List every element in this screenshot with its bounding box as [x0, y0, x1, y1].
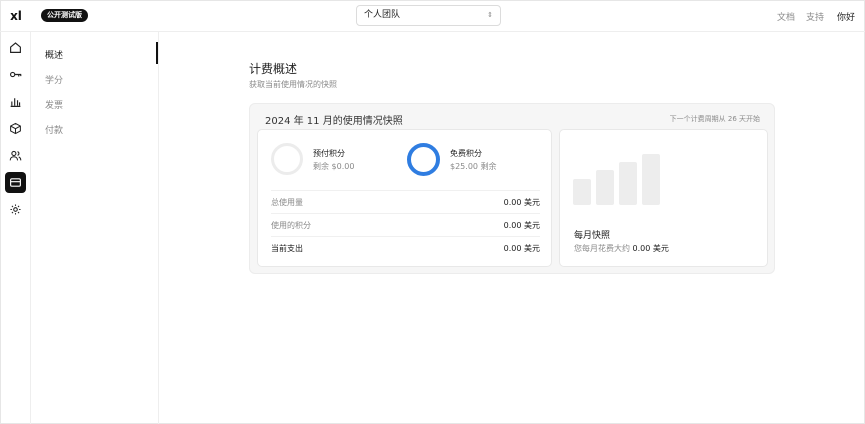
active-indicator	[156, 42, 158, 64]
usage-row-label: 当前支出	[271, 244, 303, 253]
prepaid-credits-label: 预付积分	[313, 149, 345, 158]
monthly-snapshot-title: 每月快照	[574, 231, 611, 241]
usage-row-current-spend: 当前支出 0.00 美元	[271, 236, 540, 259]
billing-cycle-note: 下一个计费周期从 26 天开始	[669, 115, 760, 123]
support-link[interactable]: 支持	[806, 10, 824, 23]
top-bar: xl 公开测试版 个人团队 ⇕ 文档 支持 你好	[0, 0, 865, 32]
cube-icon[interactable]	[5, 118, 26, 139]
settings-gear-icon[interactable]	[5, 199, 26, 220]
usage-row-label: 使用的积分	[271, 221, 311, 230]
usage-snapshot-panel: 2024 年 11 月的使用情况快照 下一个计费周期从 26 天开始 预付积分 …	[249, 103, 775, 274]
billing-card-icon[interactable]	[5, 172, 26, 193]
prepaid-credits-ring	[271, 143, 303, 175]
home-icon[interactable]	[5, 37, 26, 58]
usage-row-value: 0.00 美元	[503, 198, 540, 207]
subnav-item-invoices[interactable]: 发票	[45, 98, 63, 111]
greeting-menu[interactable]: 你好	[837, 10, 855, 23]
team-selector-label: 个人团队	[364, 10, 401, 20]
monthly-snapshot-subtitle: 您每月花费大约 0.00 美元	[574, 243, 669, 254]
billing-subnav: 概述 学分 发票 付款	[31, 32, 159, 424]
monthly-estimate-value: 0.00 美元	[632, 244, 669, 253]
docs-link[interactable]: 文档	[777, 10, 795, 23]
usage-row-total: 总使用量 0.00 美元	[271, 190, 540, 213]
users-icon[interactable]	[5, 145, 26, 166]
usage-row-label: 总使用量	[271, 198, 303, 207]
bar-chart-illustration	[573, 153, 663, 205]
usage-row-value: 0.00 美元	[503, 221, 540, 230]
prepaid-credits-detail: 剩余 $0.00	[313, 162, 355, 171]
page-title: 计费概述	[249, 62, 298, 76]
monthly-snapshot-card: 每月快照 您每月花费大约 0.00 美元	[559, 129, 768, 267]
beta-badge: 公开测试版	[41, 9, 88, 22]
credits-card: 预付积分 剩余 $0.00 免费积分 $25.00 剩余 总使用量 0.00 美…	[257, 129, 552, 267]
illustration-bar	[619, 162, 637, 205]
subnav-item-credits[interactable]: 学分	[45, 73, 63, 86]
free-credits-label: 免费积分	[450, 149, 482, 158]
illustration-bar	[596, 170, 614, 205]
free-credits-ring	[407, 143, 440, 176]
chevron-updown-icon: ⇕	[487, 11, 493, 19]
panel-title: 2024 年 11 月的使用情况快照	[265, 116, 403, 127]
icon-rail	[0, 32, 31, 424]
bar-chart-icon[interactable]	[5, 91, 26, 112]
usage-row-value: 0.00 美元	[503, 244, 540, 253]
app-logo[interactable]: xl	[8, 8, 24, 24]
illustration-bar	[642, 154, 660, 205]
free-credits-detail: $25.00 剩余	[450, 162, 497, 171]
team-selector[interactable]: 个人团队 ⇕	[356, 5, 501, 26]
subnav-item-overview[interactable]: 概述	[45, 48, 63, 61]
page-subtitle: 获取当前使用情况的快照	[249, 80, 337, 89]
monthly-estimate-prefix: 您每月花费大约	[574, 244, 630, 253]
key-icon[interactable]	[5, 64, 26, 85]
subnav-item-payments[interactable]: 付款	[45, 123, 63, 136]
illustration-bar	[573, 179, 591, 205]
usage-row-credits-used: 使用的积分 0.00 美元	[271, 213, 540, 236]
